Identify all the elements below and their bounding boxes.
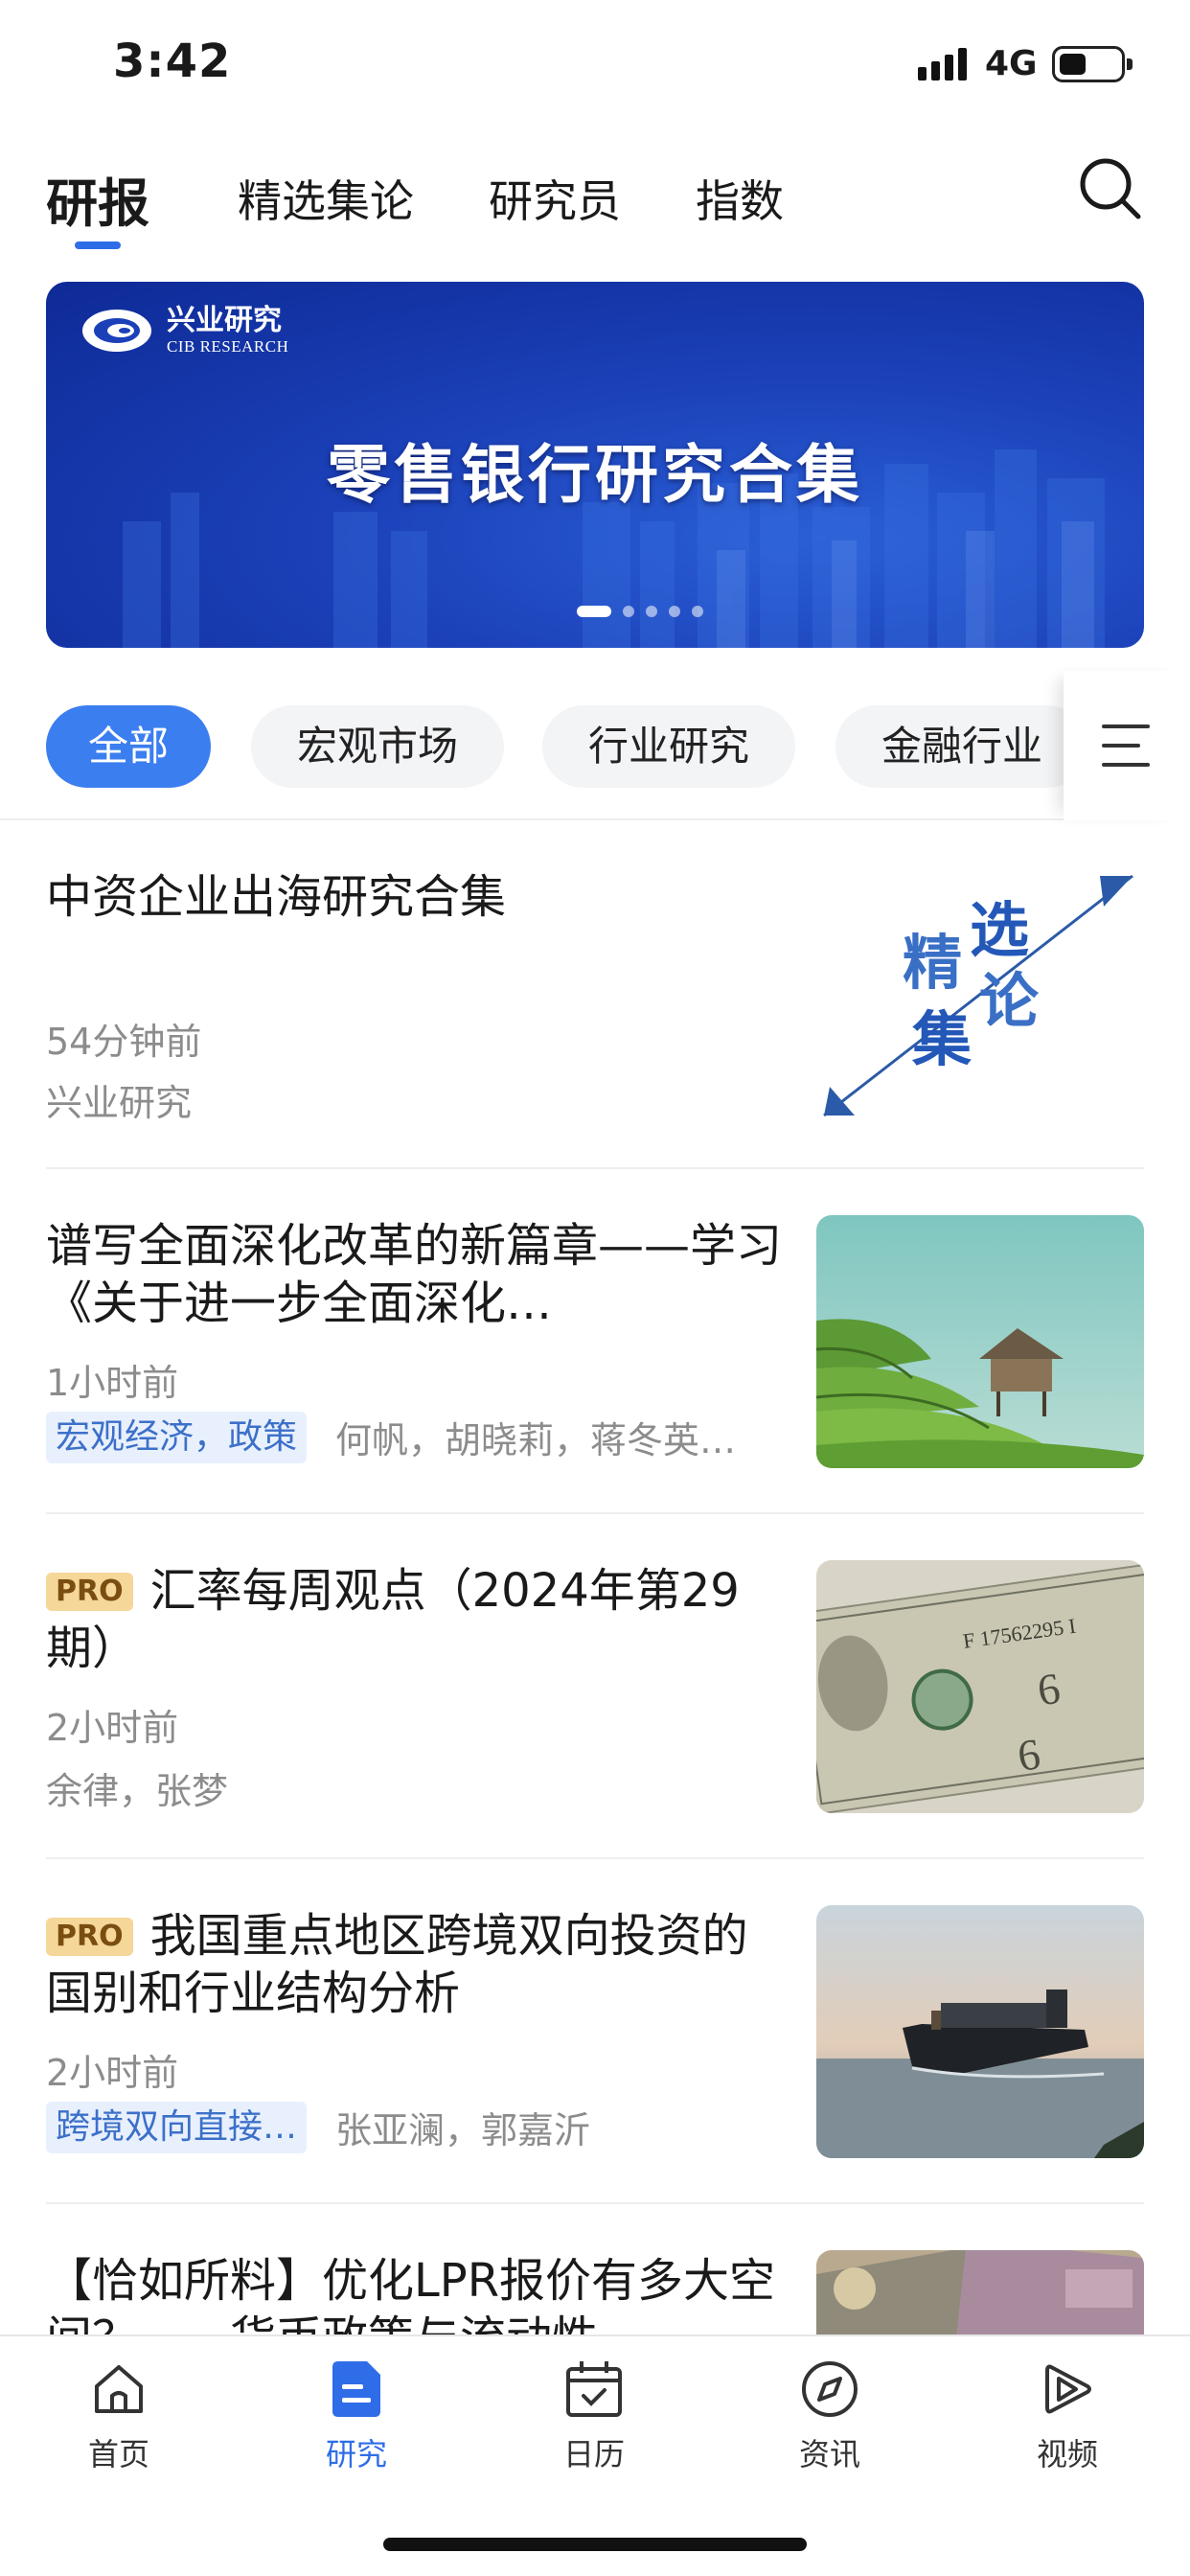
article-tag[interactable]: 跨境双向直接… [46,2101,308,2153]
article-title: 我国重点地区跨境双向投资的国别和行业结构分析 [46,1909,748,2020]
article-thumbnail [816,1905,1144,2158]
network-type: 4G [985,44,1038,83]
article-item[interactable]: 谱写全面深化改革的新篇章——学习《关于进一步全面深化… 1小时前 宏观经济，政策… [46,1169,1144,1514]
pro-badge: PRO [46,1573,133,1611]
signal-strength-icon [918,46,968,80]
nav-home-label: 首页 [87,2436,149,2472]
chip-financial-industry[interactable]: 金融行业 [835,705,1088,788]
cib-logo-icon [82,310,151,352]
thumb-char-4: 论 [979,966,1040,1036]
dollar-bills-photo-icon: F 17562295 I 6 6 [816,1560,1144,1813]
logo-chinese-text: 兴业研究 [167,304,282,337]
banner-carousel[interactable]: 兴业研究 CIB RESEARCH 零售银行研究合集 [46,282,1144,648]
cargo-ship-photo-icon [816,1905,1144,2158]
status-time: 3:42 [113,34,232,88]
carousel-dot[interactable] [577,606,611,617]
carousel-pagination [577,606,703,617]
article-thumbnail: 精 选 集 论 [816,868,1144,1121]
thumb-char-3: 集 [911,1004,972,1074]
chip-macro-market[interactable]: 宏观市场 [251,705,504,788]
article-thumbnail: F 17562295 I 6 6 [816,1560,1144,1813]
calendar-icon [566,2361,622,2417]
category-filter-bar: 全部 宏观市场 行业研究 金融行业 [0,671,1190,820]
article-thumbnail [816,1215,1144,1468]
nav-video[interactable]: 视频 [991,2358,1144,2474]
article-authors: 张亚澜，郭嘉沂 [335,2109,591,2151]
terraced-fields-hut-photo-icon [816,1215,1144,1468]
article-title-block: PRO 我国重点地区跨境双向投资的国别和行业结构分析 [46,1907,793,2022]
article-authors: 余律，张梦 [46,1770,229,1812]
nav-home[interactable]: 首页 [42,2358,195,2474]
nav-news-label: 资讯 [798,2436,860,2472]
thumb-char-1: 精 [903,928,962,998]
cib-research-logo: 兴业研究 CIB RESEARCH [79,305,288,356]
pro-badge: PRO [46,1918,133,1956]
jingxuan-jilun-logo-icon: 精 选 集 论 [823,874,1133,1117]
article-item[interactable]: 中资企业出海研究合集 54分钟前 兴业研究 精 选 集 论 [46,820,1144,1169]
category-menu-button[interactable] [1064,671,1190,820]
nav-video-label: 视频 [1036,2436,1098,2472]
search-icon[interactable] [1077,155,1144,222]
top-tab-bar: 研报 精选集论 研究员 指数 [0,153,1190,259]
nav-research-label: 研究 [325,2436,387,2472]
carousel-dot[interactable] [623,606,634,617]
carousel-dot[interactable] [669,606,680,617]
article-title-block: PRO 汇率每周观点（2024年第29期） [46,1562,793,1677]
article-tag[interactable]: 宏观经济，政策 [46,1411,308,1463]
carousel-dot[interactable] [692,606,703,617]
article-title: 谱写全面深化改革的新篇章——学习《关于进一步全面深化… [46,1219,783,1330]
article-time: 1小时前 [46,1362,179,1404]
article-item[interactable]: PRO 我国重点地区跨境双向投资的国别和行业结构分析 2小时前 跨境双向直接… 张亚… [46,1859,1144,2204]
article-authors: 何帆，胡晓莉，蒋冬英… [335,1419,737,1461]
play-icon [1045,2364,1091,2414]
article-time: 2小时前 [46,2052,179,2094]
article-source: 兴业研究 [46,1082,193,1124]
chip-industry-research[interactable]: 行业研究 [542,705,795,788]
tab-selected-collections[interactable]: 精选集论 [238,167,414,230]
menu-icon [1102,724,1150,767]
logo-english-text: CIB RESEARCH [167,337,289,356]
compass-icon [802,2361,858,2417]
battery-icon [1052,46,1133,82]
article-title: 汇率每周观点（2024年第29期） [46,1564,740,1675]
nav-calendar[interactable]: 日历 [517,2358,671,2474]
research-icon [332,2361,380,2417]
home-icon [95,2365,143,2413]
nav-research[interactable]: 研究 [280,2358,433,2474]
banner-title: 零售银行研究合集 [327,437,863,512]
home-indicator[interactable] [383,2538,807,2551]
active-tab-indicator [75,242,121,249]
tab-researchers[interactable]: 研究员 [489,167,621,230]
tab-index[interactable]: 指数 [696,167,784,230]
chip-all[interactable]: 全部 [46,705,211,788]
article-item[interactable]: PRO 汇率每周观点（2024年第29期） 2小时前 余律，张梦 F 175622… [46,1514,1144,1859]
tab-research-reports[interactable]: 研报 [46,161,149,237]
article-time: 54分钟前 [46,1021,202,1063]
article-title: 中资企业出海研究合集 [46,870,507,924]
article-time: 2小时前 [46,1707,179,1749]
carousel-dot[interactable] [646,606,657,617]
status-bar: 3:42 4G [0,0,1190,125]
nav-calendar-label: 日历 [562,2436,625,2472]
nav-news[interactable]: 资讯 [753,2358,906,2474]
thumb-char-2: 选 [970,895,1029,965]
